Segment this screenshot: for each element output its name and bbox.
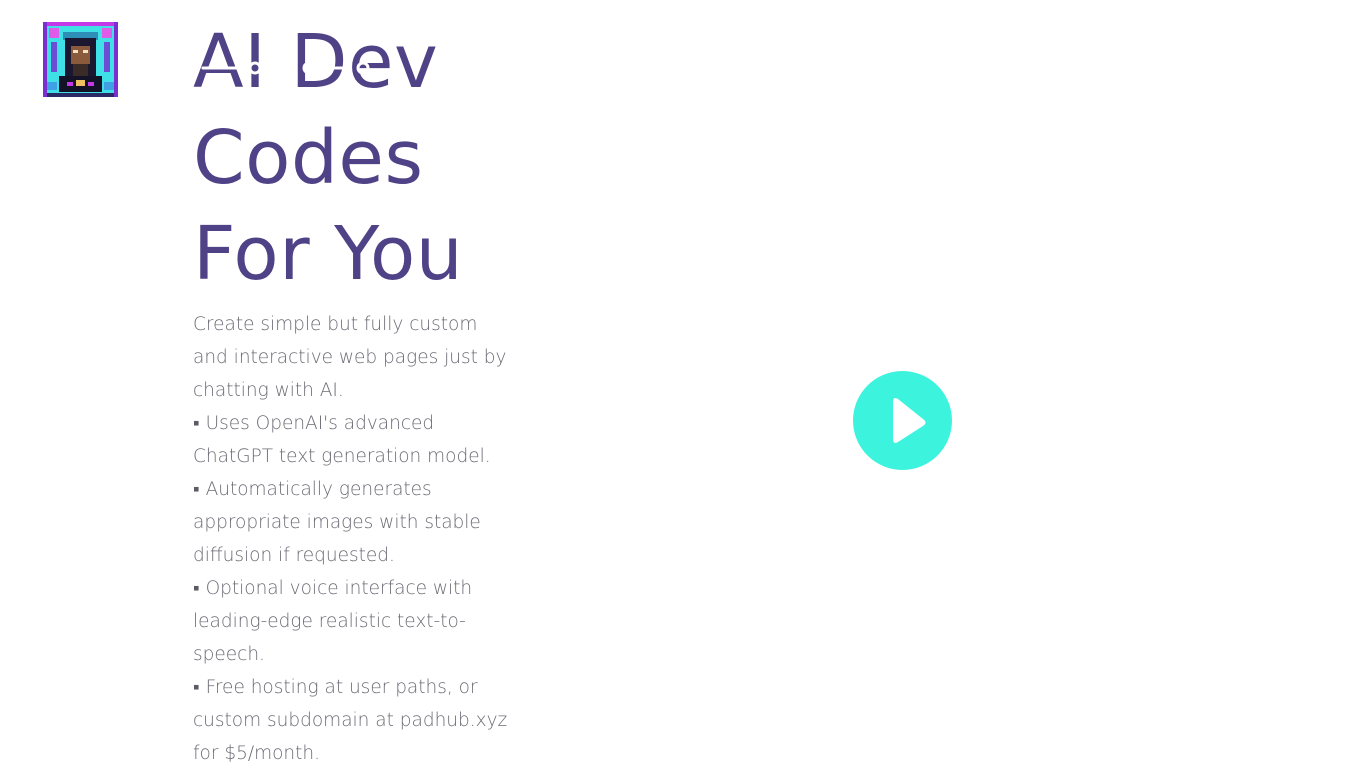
hero-content: AI Dev Codes For You Create simple but f… — [193, 14, 513, 768]
hero-title: AI Dev Codes For You — [193, 14, 513, 302]
feature-list: Uses OpenAI's advanced ChatGPT text gene… — [193, 407, 513, 768]
list-item: Automatically generates appropriate imag… — [193, 473, 513, 572]
landing-page: AI Dev Codes For You Create simple but f… — [0, 0, 1366, 768]
pixel-art-avatar-icon[interactable] — [43, 22, 118, 97]
play-icon — [893, 398, 926, 443]
list-item: Uses OpenAI's advanced ChatGPT text gene… — [193, 407, 513, 473]
play-video-button[interactable] — [853, 371, 952, 470]
feature-description: Create simple but fully custom and inter… — [193, 308, 513, 768]
hero-title-line-2: Codes — [193, 115, 424, 201]
list-item: Optional voice interface with leading-ed… — [193, 572, 513, 671]
feature-text: Free hosting at user paths, or custom su… — [193, 677, 508, 764]
intro-text: Create simple but fully custom and inter… — [193, 314, 507, 401]
hero-title-line-3: For You — [193, 211, 464, 297]
list-item: Free hosting at user paths, or custom su… — [193, 671, 513, 768]
overlay-nav-icons[interactable] — [197, 48, 397, 88]
feature-text: Optional voice interface with leading-ed… — [193, 578, 473, 665]
nav-dot-icon — [248, 61, 262, 75]
feature-text: Uses OpenAI's advanced ChatGPT text gene… — [193, 413, 491, 467]
feature-text: Automatically generates appropriate imag… — [193, 479, 481, 566]
